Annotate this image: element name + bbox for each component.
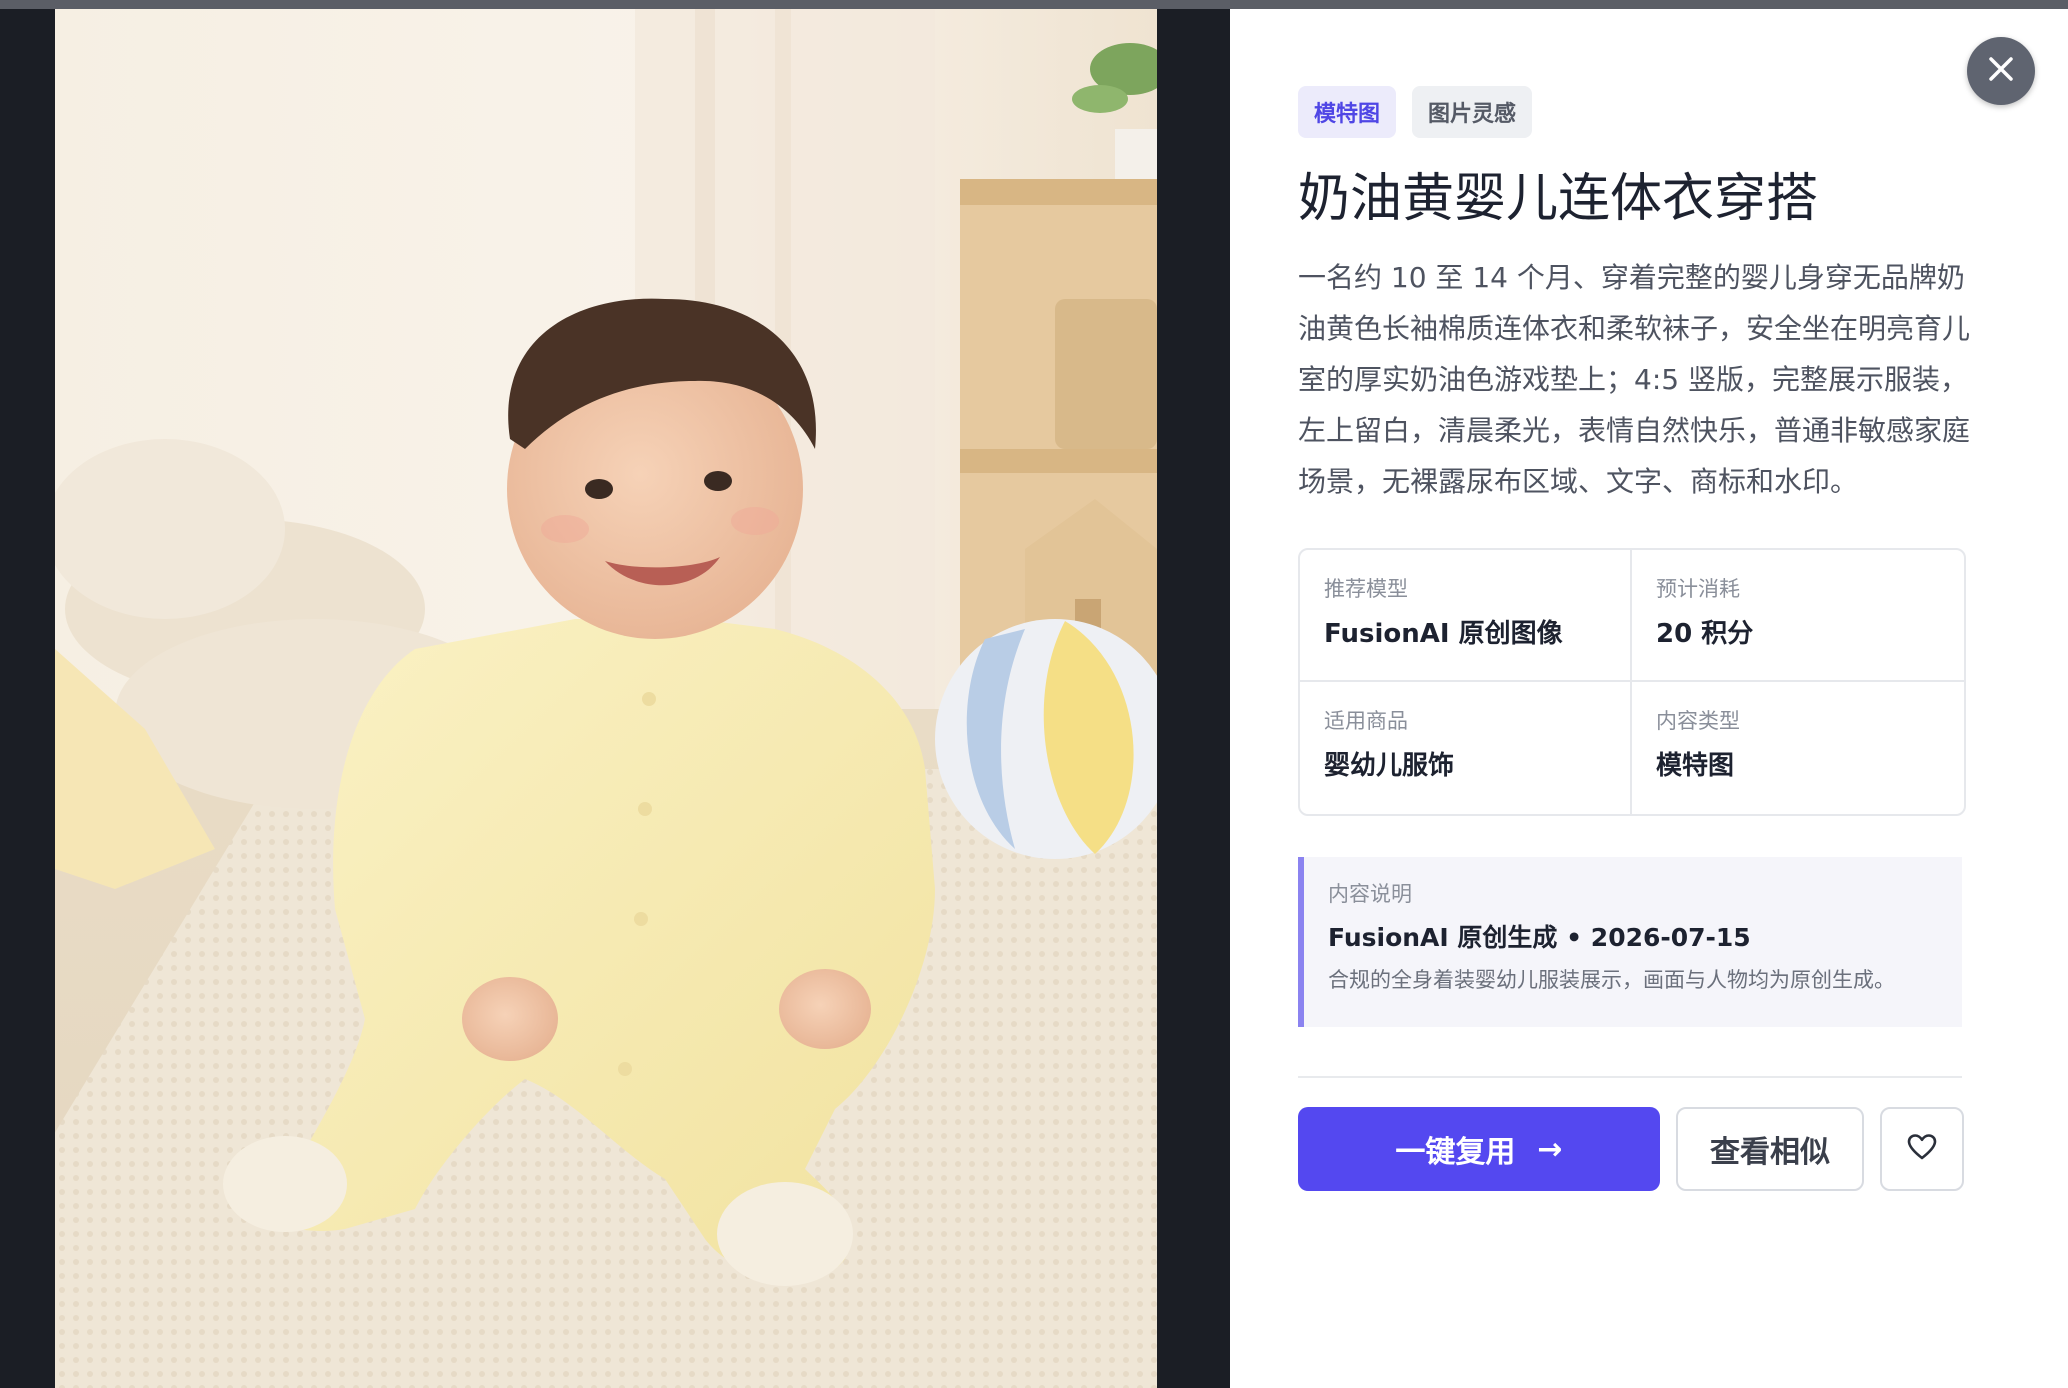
note-label: 内容说明 (1328, 882, 1412, 906)
reuse-button[interactable]: 一键复用 → (1298, 1107, 1660, 1191)
tag-model-image[interactable]: 模特图 (1298, 86, 1397, 138)
note-title: FusionAI 原创生成 • 2026-07-15 (1328, 923, 1751, 952)
attr-value: 模特图 (1656, 751, 1735, 781)
attr-applicable-product: 适用商品 婴幼儿服饰 (1300, 682, 1632, 814)
attr-recommended-model: 推荐模型 FusionAI 原创图像 (1300, 550, 1632, 682)
tag-list: 模特图 图片灵感 (1298, 86, 1533, 138)
close-icon (1988, 56, 2014, 86)
window-top-bar (0, 0, 2068, 9)
note-text: 合规的全身着装婴幼儿服装展示，画面与人物均为原创生成。 (1328, 968, 1895, 992)
view-similar-label: 查看相似 (1710, 1135, 1830, 1170)
preview-image (55, 9, 1157, 1388)
view-similar-button[interactable]: 查看相似 (1676, 1107, 1864, 1191)
attr-value: FusionAI 原创图像 (1324, 619, 1563, 649)
heart-icon (1907, 1133, 1937, 1165)
baby-photo-illustration (55, 9, 1157, 1388)
tag-inspiration[interactable]: 图片灵感 (1412, 86, 1533, 138)
detail-title: 奶油黄婴儿连体衣穿搭 (1298, 169, 1819, 229)
attr-label: 推荐模型 (1324, 577, 1408, 601)
attr-value: 20 积分 (1656, 619, 1754, 649)
arrow-right-icon: → (1537, 1131, 1563, 1167)
attr-label: 内容类型 (1656, 709, 1740, 733)
attribute-grid: 推荐模型 FusionAI 原创图像 预计消耗 20 积分 适用商品 婴幼儿服饰… (1298, 548, 1966, 816)
attr-value: 婴幼儿服饰 (1324, 751, 1455, 781)
attr-label: 适用商品 (1324, 709, 1408, 733)
attr-label: 预计消耗 (1656, 577, 1740, 601)
detail-description: 一名约 10 至 14 个月、穿着完整的婴儿身穿无品牌奶油黄色长袖棉质连体衣和柔… (1298, 261, 1971, 498)
favorite-button[interactable] (1880, 1107, 1964, 1191)
attr-content-type: 内容类型 模特图 (1632, 682, 1964, 814)
reuse-label: 一键复用 (1395, 1135, 1516, 1170)
close-button[interactable] (1967, 37, 2035, 105)
divider (1298, 1076, 1962, 1078)
attr-estimated-cost: 预计消耗 20 积分 (1632, 550, 1964, 682)
content-note: 内容说明 FusionAI 原创生成 • 2026-07-15 合规的全身着装婴… (1298, 857, 1962, 1027)
